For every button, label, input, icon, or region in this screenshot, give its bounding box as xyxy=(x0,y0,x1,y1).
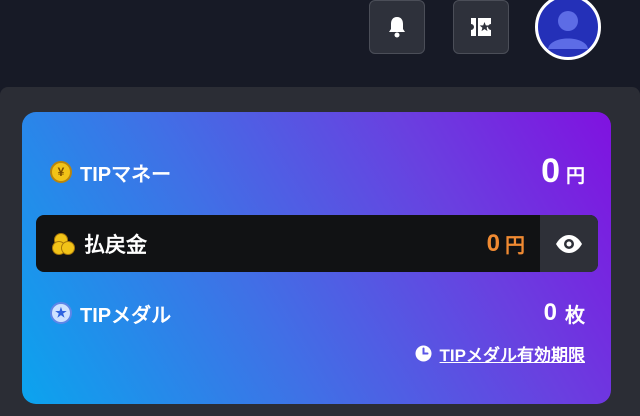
medal-expiry-label: TIPメダル有効期限 xyxy=(439,345,585,365)
tip-money-amount: 0 xyxy=(541,152,560,190)
top-bar xyxy=(0,0,640,80)
tip-money-label: TIPマネー xyxy=(80,163,172,186)
tip-money-row: ¥ TIPマネー xyxy=(50,158,171,186)
notifications-button[interactable] xyxy=(369,0,425,54)
user-avatar-icon xyxy=(548,11,588,49)
tip-medal-value: 0 枚 xyxy=(544,297,585,329)
star-medal-icon: ★ xyxy=(50,302,72,324)
tip-medal-amount: 0 xyxy=(543,299,557,326)
ticket-star-icon xyxy=(471,18,491,36)
tip-medal-label: TIPメダル xyxy=(80,304,172,327)
refund-row: 払戻金 xyxy=(52,215,147,272)
tickets-button[interactable] xyxy=(453,0,509,54)
eye-icon xyxy=(556,234,582,253)
refund-label: 払戻金 xyxy=(84,233,147,257)
clock-icon xyxy=(415,345,432,362)
user-avatar[interactable] xyxy=(535,0,601,60)
refund-amount: 0 xyxy=(486,229,500,257)
tip-money-unit: 円 xyxy=(565,166,585,187)
toggle-visibility-button[interactable] xyxy=(540,215,598,272)
refund-bar: 払戻金 0 円 xyxy=(36,215,598,272)
tip-money-value: 0 円 xyxy=(541,152,585,190)
tip-medal-unit: 枚 xyxy=(565,304,585,327)
tip-medal-row: ★ TIPメダル xyxy=(50,299,171,327)
refund-value: 0 円 xyxy=(487,215,525,272)
coin-stack-icon xyxy=(52,232,76,256)
medal-expiry-link[interactable]: TIPメダル有効期限 xyxy=(415,341,585,365)
yen-coin-icon: ¥ xyxy=(50,161,72,183)
refund-unit: 円 xyxy=(505,235,525,257)
bell-icon xyxy=(389,17,405,38)
